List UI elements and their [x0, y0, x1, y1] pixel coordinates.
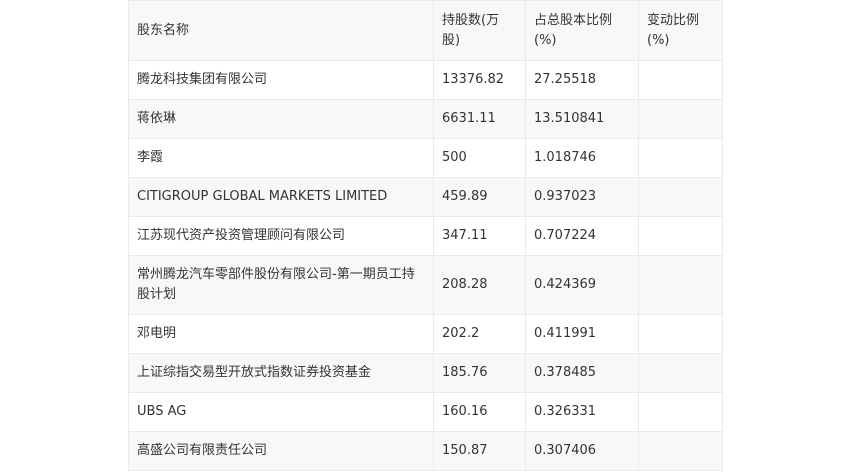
cell-ratio: 0.424369 — [525, 255, 639, 315]
cell-shares: 347.11 — [433, 216, 526, 256]
cell-ratio: 0.411991 — [525, 314, 639, 354]
cell-change — [638, 216, 723, 256]
header-shareholder-name: 股东名称 — [128, 0, 434, 61]
cell-shares: 208.28 — [433, 255, 526, 315]
header-share-ratio: 占总股本比例(%) — [525, 0, 639, 61]
cell-shares: 13376.82 — [433, 60, 526, 100]
table-row: 上证综指交易型开放式指数证券投资基金 185.76 0.378485 — [128, 353, 723, 393]
cell-ratio: 13.510841 — [525, 99, 639, 139]
cell-name: 蒋依琳 — [128, 99, 434, 139]
table-row: 李霞 500 1.018746 — [128, 138, 723, 178]
table-row: 腾龙科技集团有限公司 13376.82 27.25518 — [128, 60, 723, 100]
header-shares-held: 持股数(万股) — [433, 0, 526, 61]
cell-change — [638, 392, 723, 432]
cell-name: 腾龙科技集团有限公司 — [128, 60, 434, 100]
cell-name: 邓电明 — [128, 314, 434, 354]
cell-shares: 185.76 — [433, 353, 526, 393]
cell-shares: 202.2 — [433, 314, 526, 354]
cell-change — [638, 314, 723, 354]
cell-name: 李霞 — [128, 138, 434, 178]
header-change-ratio: 变动比例(%) — [638, 0, 723, 61]
table-row: 蒋依琳 6631.11 13.510841 — [128, 99, 723, 139]
cell-change — [638, 177, 723, 217]
cell-change — [638, 353, 723, 393]
cell-name: 常州腾龙汽车零部件股份有限公司-第一期员工持股计划 — [128, 255, 434, 315]
table-row: UBS AG 160.16 0.326331 — [128, 392, 723, 432]
cell-shares: 6631.11 — [433, 99, 526, 139]
cell-shares: 160.16 — [433, 392, 526, 432]
cell-ratio: 27.25518 — [525, 60, 639, 100]
cell-change — [638, 255, 723, 315]
cell-shares: 150.87 — [433, 431, 526, 471]
cell-ratio: 1.018746 — [525, 138, 639, 178]
table-row: CITIGROUP GLOBAL MARKETS LIMITED 459.89 … — [128, 177, 723, 217]
cell-shares: 459.89 — [433, 177, 526, 217]
table-row: 江苏现代资产投资管理顾问有限公司 347.11 0.707224 — [128, 216, 723, 256]
cell-ratio: 0.378485 — [525, 353, 639, 393]
cell-change — [638, 138, 723, 178]
table-header-row: 股东名称 持股数(万股) 占总股本比例(%) 变动比例(%) — [128, 0, 723, 61]
cell-ratio: 0.707224 — [525, 216, 639, 256]
cell-name: 上证综指交易型开放式指数证券投资基金 — [128, 353, 434, 393]
cell-change — [638, 99, 723, 139]
table-row: 常州腾龙汽车零部件股份有限公司-第一期员工持股计划 208.28 0.42436… — [128, 255, 723, 315]
cell-name: 高盛公司有限责任公司 — [128, 431, 434, 471]
cell-change — [638, 60, 723, 100]
cell-change — [638, 431, 723, 471]
cell-ratio: 0.937023 — [525, 177, 639, 217]
cell-ratio: 0.326331 — [525, 392, 639, 432]
cell-name: UBS AG — [128, 392, 434, 432]
cell-name: 江苏现代资产投资管理顾问有限公司 — [128, 216, 434, 256]
shareholder-table: 股东名称 持股数(万股) 占总股本比例(%) 变动比例(%) 腾龙科技集团有限公… — [128, 0, 723, 471]
shareholder-table-container: 股东名称 持股数(万股) 占总股本比例(%) 变动比例(%) 腾龙科技集团有限公… — [128, 0, 723, 471]
cell-name: CITIGROUP GLOBAL MARKETS LIMITED — [128, 177, 434, 217]
cell-shares: 500 — [433, 138, 526, 178]
cell-ratio: 0.307406 — [525, 431, 639, 471]
table-row: 邓电明 202.2 0.411991 — [128, 314, 723, 354]
table-row: 高盛公司有限责任公司 150.87 0.307406 — [128, 431, 723, 471]
